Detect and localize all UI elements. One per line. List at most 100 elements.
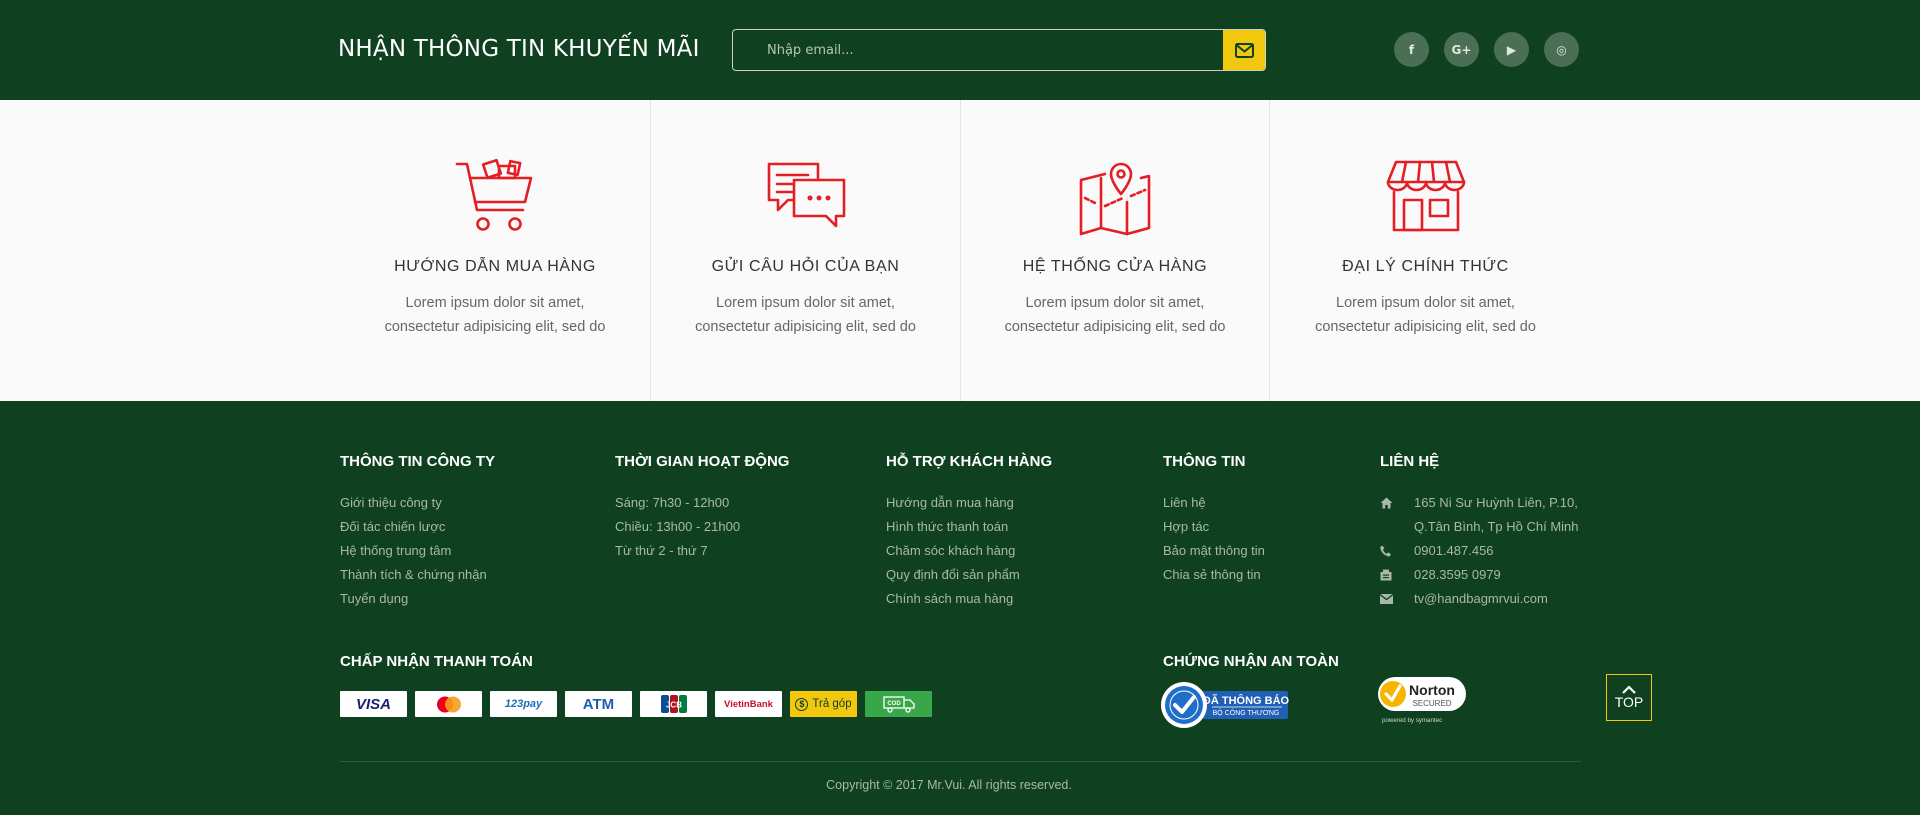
address-text: 165 Ni Sư Huỳnh Liên, P.10, Q.Tân Bình, … (1414, 491, 1579, 539)
newsletter-title: NHẬN THÔNG TIN KHUYẾN MÃI (338, 36, 700, 62)
info-column: THÔNG TIN Liên hệ Hợp tác Bảo mật thông … (1163, 453, 1265, 587)
atm-text: ATM (582, 695, 615, 713)
google-plus-icon[interactable]: G+ (1444, 32, 1479, 67)
desc-line: consectetur adipisicing elit, sed do (1315, 319, 1536, 335)
desc-line: Lorem ipsum dolor sit amet, (1025, 295, 1205, 311)
email-item: tv@handbagmrvui.com (1380, 587, 1579, 611)
social-links: f G+ ▶ ◎ (1394, 32, 1579, 67)
service-store-system[interactable]: HỆ THỐNG CỬA HÀNG Lorem ipsum dolor sit … (961, 100, 1269, 401)
service-title: HƯỚNG DẪN MUA HÀNG (394, 258, 596, 275)
customer-support-column: HỖ TRỢ KHÁCH HÀNG Hướng dẫn mua hàng Hìn… (886, 453, 1052, 611)
service-official-agent[interactable]: ĐẠI LÝ CHÍNH THỨC Lorem ipsum dolor sit … (1270, 100, 1581, 401)
shopping-cart-icon (455, 158, 533, 231)
123pay-logo: 123pay (490, 691, 557, 717)
footer-link[interactable]: Đối tác chiến lược (340, 515, 495, 539)
copyright-text: Copyright © 2017 Mr.Vui. All rights rese… (826, 778, 1072, 792)
chat-bubbles-icon (767, 162, 845, 228)
delivery-truck-icon: COD (882, 696, 915, 713)
column-title: THÔNG TIN (1163, 453, 1246, 470)
footer-link[interactable]: Tuyển dụng (340, 587, 495, 611)
instagram-icon[interactable]: ◎ (1544, 32, 1579, 67)
ministry-registered-badge[interactable]: ĐÃ THÔNG BÁO BỘ CÔNG THƯƠNG (1160, 679, 1290, 729)
store-icon (1386, 160, 1465, 232)
footer-link[interactable]: Hình thức thanh toán (886, 515, 1052, 539)
footer-link[interactable]: Chăm sóc khách hàng (886, 539, 1052, 563)
installment-logo: $ Trả góp (790, 691, 857, 717)
footer-link[interactable]: Chia sẻ thông tin (1163, 563, 1265, 587)
contact-column: LIÊN HỆ 165 Ni Sư Huỳnh Liên, P.10, Q.Tâ… (1380, 453, 1579, 611)
newsletter-form (732, 29, 1266, 71)
column-title: LIÊN HỆ (1380, 453, 1440, 470)
address-line: Q.Tân Bình, Tp Hồ Chí Minh (1414, 519, 1579, 534)
vietinbank-logo: VietinBank (715, 691, 782, 717)
hours-item: Từ thứ 2 - thứ 7 (615, 543, 708, 558)
123pay-text: 123pay (504, 698, 543, 710)
coin-icon: $ (795, 697, 809, 711)
footer-link[interactable]: Hệ thống trung tâm (340, 539, 495, 563)
phone-icon (1380, 539, 1414, 563)
column-title: HỖ TRỢ KHÁCH HÀNG (886, 453, 1053, 470)
footer-link[interactable]: Bảo mật thông tin (1163, 539, 1265, 563)
footer-link[interactable]: Chính sách mua hàng (886, 587, 1052, 611)
mastercard-icon (436, 696, 461, 712)
mastercard-logo (415, 691, 482, 717)
phone-item: 0901.487.456 (1380, 539, 1579, 563)
footer-divider (340, 761, 1581, 762)
badge-line: BỘ CÔNG THƯƠNG (1213, 708, 1280, 717)
norton-name: Norton (1409, 682, 1455, 698)
vietinbank-text: VietinBank (724, 698, 773, 710)
column-title: THỜI GIAN HOẠT ĐỘNG (615, 453, 790, 470)
fax-number: 028.3595 0979 (1414, 567, 1501, 582)
desc-line: consectetur adipisicing elit, sed do (1004, 319, 1226, 335)
phone-number[interactable]: 0901.487.456 (1414, 539, 1494, 563)
jcb-icon: JCB (660, 695, 687, 713)
norton-sub: SECURED (1412, 699, 1451, 708)
fax-icon (1380, 563, 1414, 587)
service-description: Lorem ipsum dolor sit amet, consectetur … (651, 291, 960, 339)
norton-powered: powered by symantec (1382, 717, 1442, 724)
hours-item: Sáng: 7h30 - 12h00 (615, 495, 730, 510)
address-line: 165 Ni Sư Huỳnh Liên, P.10, (1414, 495, 1578, 510)
service-purchase-guide[interactable]: HƯỚNG DẪN MUA HÀNG Lorem ipsum dolor sit… (340, 100, 650, 401)
desc-line: Lorem ipsum dolor sit amet, (1336, 295, 1515, 311)
email-link[interactable]: tv@handbagmrvui.com (1414, 587, 1548, 611)
email-input[interactable] (733, 30, 1223, 70)
footer-link[interactable]: Thành tích & chứng nhận (340, 563, 495, 587)
service-title: GỬI CÂU HỎI CỦA BẠN (711, 258, 900, 275)
address-item: 165 Ni Sư Huỳnh Liên, P.10, Q.Tân Bình, … (1380, 491, 1579, 539)
installment-text: Trả góp (812, 698, 852, 710)
badge-line: ĐÃ THÔNG BÁO (1203, 694, 1290, 707)
footer-link[interactable]: Giới thiệu công ty (340, 491, 495, 515)
footer-link[interactable]: Hợp tác (1163, 515, 1265, 539)
service-description: Lorem ipsum dolor sit amet, consectetur … (1270, 291, 1581, 339)
service-description: Lorem ipsum dolor sit amet, consectetur … (340, 291, 650, 339)
youtube-icon[interactable]: ▶ (1494, 32, 1529, 67)
service-title: HỆ THỐNG CỬA HÀNG (1022, 258, 1208, 275)
visa-text: VISA (355, 695, 391, 713)
svg-text:JCB: JCB (665, 701, 681, 710)
hours-item: Chiều: 13h00 - 21h00 (615, 519, 741, 534)
svg-text:COD: COD (887, 701, 901, 707)
desc-line: consectetur adipisicing elit, sed do (384, 319, 606, 335)
back-to-top-button[interactable]: TOP (1606, 674, 1652, 721)
home-icon (1380, 491, 1414, 515)
payment-title: CHẤP NHẬN THANH TOÁN (340, 653, 533, 670)
footer-link[interactable]: Quy định đổi sản phẩm (886, 563, 1052, 587)
service-description: Lorem ipsum dolor sit amet, consectetur … (961, 291, 1269, 339)
cod-logo: COD (865, 691, 932, 717)
opening-hours-column: THỜI GIAN HOẠT ĐỘNG Sáng: 7h30 - 12h00 C… (615, 453, 789, 563)
site-footer: THÔNG TIN CÔNG TY Giới thiệu công ty Đối… (0, 401, 1920, 815)
footer-link[interactable]: Liên hệ (1163, 491, 1265, 515)
chevron-up-icon (1622, 685, 1636, 694)
service-ask-question[interactable]: GỬI CÂU HỎI CỦA BẠN Lorem ipsum dolor si… (651, 100, 960, 401)
fax-item: 028.3595 0979 (1380, 563, 1579, 587)
desc-line: consectetur adipisicing elit, sed do (695, 319, 916, 335)
column-title: THÔNG TIN CÔNG TY (340, 453, 495, 470)
footer-link[interactable]: Hướng dẫn mua hàng (886, 491, 1052, 515)
envelope-icon (1380, 587, 1414, 611)
norton-secured-badge[interactable]: Norton SECURED powered by symantec (1376, 673, 1468, 725)
back-to-top-label: TOP (1614, 694, 1644, 710)
subscribe-button[interactable] (1223, 30, 1265, 70)
visa-logo: VISA (340, 691, 407, 717)
facebook-icon[interactable]: f (1394, 32, 1429, 67)
